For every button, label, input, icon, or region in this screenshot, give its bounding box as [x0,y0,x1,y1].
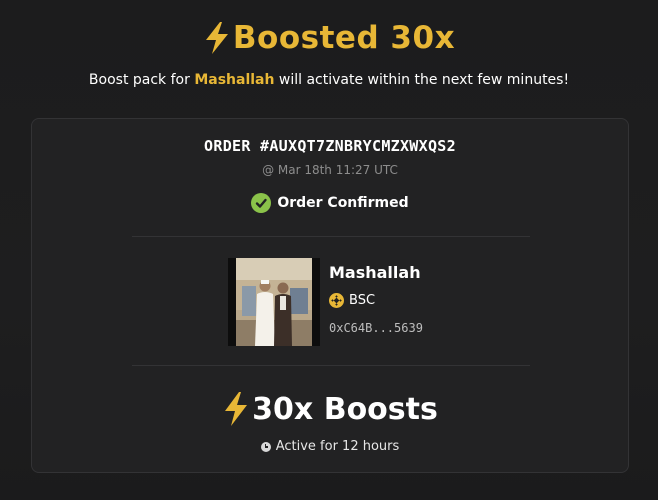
duration-text: Active for 12 hours [275,439,400,454]
order-id: ORDER #AUXQT7ZNBRYCMZXWXQS2 [204,137,456,155]
order-status: Order Confirmed [32,193,628,213]
order-timestamp: @ Mar 18th 11:27 UTC [262,163,398,177]
token-address[interactable]: 0xC64B...5639 [329,321,423,335]
title-text: Boosted 30x [232,20,456,56]
status-text: Order Confirmed [277,195,409,211]
subtitle-suffix: will activate within the next few minute… [274,72,570,88]
boost-duration: Active for 12 hours [32,439,628,454]
subtitle: Boost pack for Mashallah will activate w… [0,72,658,88]
subtitle-token-name: Mashallah [194,72,275,88]
page-title: Boosted 30x [0,16,658,60]
divider [132,365,530,366]
lightning-bolt-icon [205,22,228,54]
token-image [228,258,320,346]
subtitle-prefix: Boost pack for [88,72,195,88]
token-name: Mashallah [329,263,421,282]
lightning-bolt-icon [225,392,248,426]
order-card: ORDER #AUXQT7ZNBRYCMZXWXQS2 @ Mar 18th 1… [31,118,629,473]
chain-row: BSC [329,293,375,308]
bnb-chain-icon [329,293,344,308]
chain-name: BSC [349,293,376,308]
boost-label: 30x Boosts [252,391,438,427]
clock-icon [260,441,271,452]
divider [132,236,530,237]
boost-summary: 30x Boosts [32,391,628,427]
check-circle-icon [251,193,272,213]
